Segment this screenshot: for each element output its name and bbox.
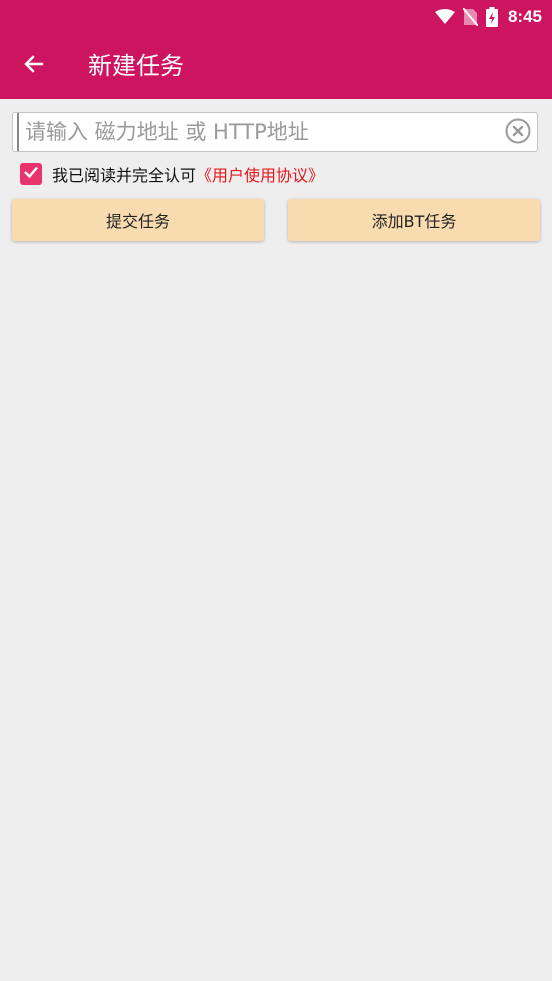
wifi-icon xyxy=(434,8,455,25)
clear-button[interactable] xyxy=(505,118,531,148)
status-icons: 8:45 xyxy=(434,0,542,33)
app-bar: 新建任务 xyxy=(0,33,552,99)
clear-circle-icon xyxy=(505,118,531,148)
add-bt-task-button[interactable]: 添加BT任务 xyxy=(288,199,540,241)
user-agreement-link[interactable]: 《用户使用协议》 xyxy=(196,162,324,186)
url-input-container xyxy=(12,112,538,152)
agreement-checkbox[interactable] xyxy=(20,163,42,185)
arrow-left-icon xyxy=(22,52,46,80)
checkmark-icon xyxy=(23,164,39,184)
submit-task-button[interactable]: 提交任务 xyxy=(12,199,264,241)
page-title: 新建任务 xyxy=(88,52,184,80)
url-input[interactable] xyxy=(17,113,503,151)
status-bar: 8:45 xyxy=(0,0,552,33)
agreement-text: 我已阅读并完全认可 xyxy=(52,166,197,185)
no-sim-icon xyxy=(462,7,478,26)
agreement-row: 我已阅读并完全认可 《用户使用协议》 xyxy=(20,162,324,186)
back-button[interactable] xyxy=(14,46,54,86)
status-time: 8:45 xyxy=(507,6,542,26)
battery-charging-icon xyxy=(485,6,498,27)
